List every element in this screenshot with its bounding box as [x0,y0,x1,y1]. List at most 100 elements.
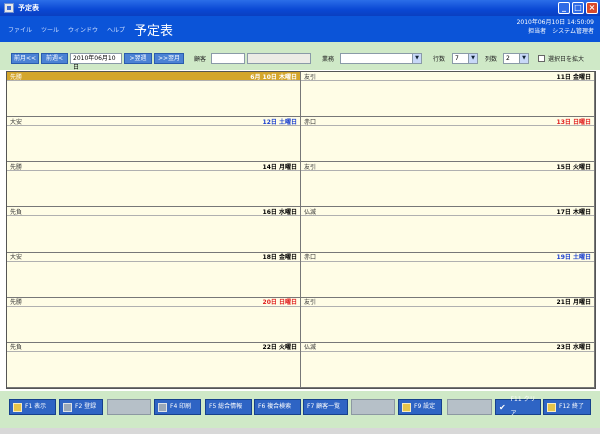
app-icon [4,3,14,13]
calendar-day-cell[interactable]: 先負 22日 火曜日 [7,342,301,388]
day-date-label: 18日 金曜日 [262,254,297,262]
maximize-button[interactable]: □ [572,2,584,14]
f12-exit-button[interactable]: F12 終了 [543,399,591,415]
f9-label: F9 設定 [414,403,436,410]
day-header: 先負 16日 水曜日 [7,207,300,217]
f7-customer-list-button[interactable]: F7 顧客一覧 [303,399,348,415]
calendar-day-cell[interactable]: 先勝 20日 日曜日 [7,297,301,343]
next-month-button[interactable]: >>翌月 [154,53,184,64]
calendar-day-cell[interactable]: 仏滅 23日 水曜日 [301,342,595,388]
f1-label: F1 表示 [25,403,47,410]
f5-label: F5 総合情報 [209,403,243,410]
day-header: 大安 12日 土曜日 [7,117,300,127]
toolbar: 前月<< 前週< 2010年06月10日 >翌週 >>翌月 顧客 業務 ▼ 行数… [0,42,600,71]
calendar-day-cell[interactable]: 赤口 13日 日曜日 [301,117,595,163]
day-date-label: 21日 月曜日 [556,299,591,307]
prev-month-button[interactable]: 前月<< [11,53,39,64]
f7-label: F7 顧客一覧 [307,403,341,410]
chevron-down-icon: ▼ [519,54,528,63]
day-date-label: 6月 10日 木曜日 [250,73,297,81]
rokuyo-label: 友引 [304,299,317,307]
f8-blank-button [351,399,395,415]
calendar-day-cell[interactable]: 先負 16日 水曜日 [7,207,301,253]
date-field[interactable]: 2010年06月10日 [70,53,122,71]
customer-name-field [247,53,311,64]
rokuyo-label: 仏滅 [304,208,317,216]
f5-info-button[interactable]: F5 総合情報 [205,399,252,415]
menu-bar: ファイル ツール ウィンドウ ヘルプ [8,25,125,34]
f2-register-button[interactable]: F2 登録 [59,399,103,415]
rows-select[interactable]: 7 ▼ [452,53,478,64]
day-header: 友引 21日 月曜日 [301,298,594,307]
status-bar [0,428,600,434]
f11-clear-button[interactable]: ✔ F11 クリア [495,396,541,417]
calendar-day-cell[interactable]: 友引 21日 月曜日 [301,297,595,343]
rokuyo-label: 先勝 [10,73,23,81]
rows-value: 7 [455,55,459,62]
day-header: 先負 22日 火曜日 [7,343,300,352]
menu-file[interactable]: ファイル [8,25,32,34]
customer-label: 顧客 [194,56,207,63]
rokuyo-label: 先負 [10,344,23,352]
prev-week-button[interactable]: 前週< [41,53,68,64]
calendar-day-cell[interactable]: 仏滅 17日 木曜日 [301,207,595,253]
calendar-day-cell[interactable]: 大安 18日 金曜日 [7,252,301,298]
day-header: 大安 18日 金曜日 [7,253,300,262]
minimize-button[interactable]: _ [558,2,570,14]
f4-label: F4 印刷 [170,403,192,410]
day-header: 友引 11日 金曜日 [301,72,594,81]
day-date-label: 16日 水曜日 [262,208,297,216]
calendar-day-cell[interactable]: 先勝 6月 10日 木曜日 [7,72,301,118]
check-icon: ✔ [499,402,506,412]
day-header: 友引 15日 火曜日 [301,162,594,172]
cols-select[interactable]: 2 ▼ [503,53,529,64]
rokuyo-label: 赤口 [304,254,317,262]
f6-search-button[interactable]: F6 複合検索 [254,399,301,415]
rokuyo-label: 先勝 [10,163,23,171]
calendar-day-cell[interactable]: 大安 12日 土曜日 [7,117,301,163]
next-week-button[interactable]: >翌週 [124,53,152,64]
f12-label: F12 終了 [559,403,584,410]
day-header: 仏滅 23日 水曜日 [301,343,594,352]
menu-help[interactable]: ヘルプ [107,25,125,34]
rokuyo-label: 大安 [10,254,23,262]
rokuyo-label: 友引 [304,163,317,171]
day-date-label: 11日 金曜日 [556,73,591,81]
day-header: 先勝 6月 10日 木曜日 [7,72,300,81]
chevron-down-icon: ▼ [412,54,421,63]
f4-print-button[interactable]: F4 印刷 [154,399,201,415]
header-info: 2010年06月10日 14:50:09 担当者 システム管理者 [517,18,594,36]
f2-label: F2 登録 [75,403,97,410]
day-header: 先勝 14日 月曜日 [7,162,300,172]
day-date-label: 23日 水曜日 [556,344,591,352]
day-date-label: 14日 月曜日 [262,163,297,171]
window-controls: _ □ × [558,2,598,14]
enlarge-checkbox[interactable] [538,55,545,62]
calendar-day-cell[interactable]: 友引 15日 火曜日 [301,162,595,208]
f1-display-button[interactable]: F1 表示 [9,399,56,415]
customer-code-input[interactable] [211,53,245,64]
close-button[interactable]: × [586,2,598,14]
calendar-day-cell[interactable]: 赤口 19日 土曜日 [301,252,595,298]
business-select[interactable]: ▼ [340,53,422,64]
business-label: 業務 [322,56,335,63]
day-date-label: 15日 火曜日 [556,163,591,171]
menu-window[interactable]: ウィンドウ [68,25,98,34]
exit-icon [547,402,556,412]
day-date-label: 19日 土曜日 [556,254,591,262]
header-user: 担当者 システム管理者 [528,28,594,35]
menu-tools[interactable]: ツール [41,25,59,34]
f9-settings-button[interactable]: F9 設定 [398,399,442,415]
day-date-label: 22日 火曜日 [262,344,297,352]
day-date-label: 17日 木曜日 [556,208,591,216]
rokuyo-label: 仏滅 [304,344,317,352]
rokuyo-label: 友引 [304,73,317,81]
window-titlebar: 予定表 _ □ × [0,0,600,16]
f11-label: F11 クリア [510,396,536,417]
header-datetime: 2010年06月10日 14:50:09 [516,19,594,26]
rokuyo-label: 先勝 [10,299,23,307]
cols-label: 列数 [485,56,498,63]
calendar-day-cell[interactable]: 先勝 14日 月曜日 [7,162,301,208]
calendar-day-cell[interactable]: 友引 11日 金曜日 [301,72,595,118]
day-header: 赤口 13日 日曜日 [301,117,594,127]
